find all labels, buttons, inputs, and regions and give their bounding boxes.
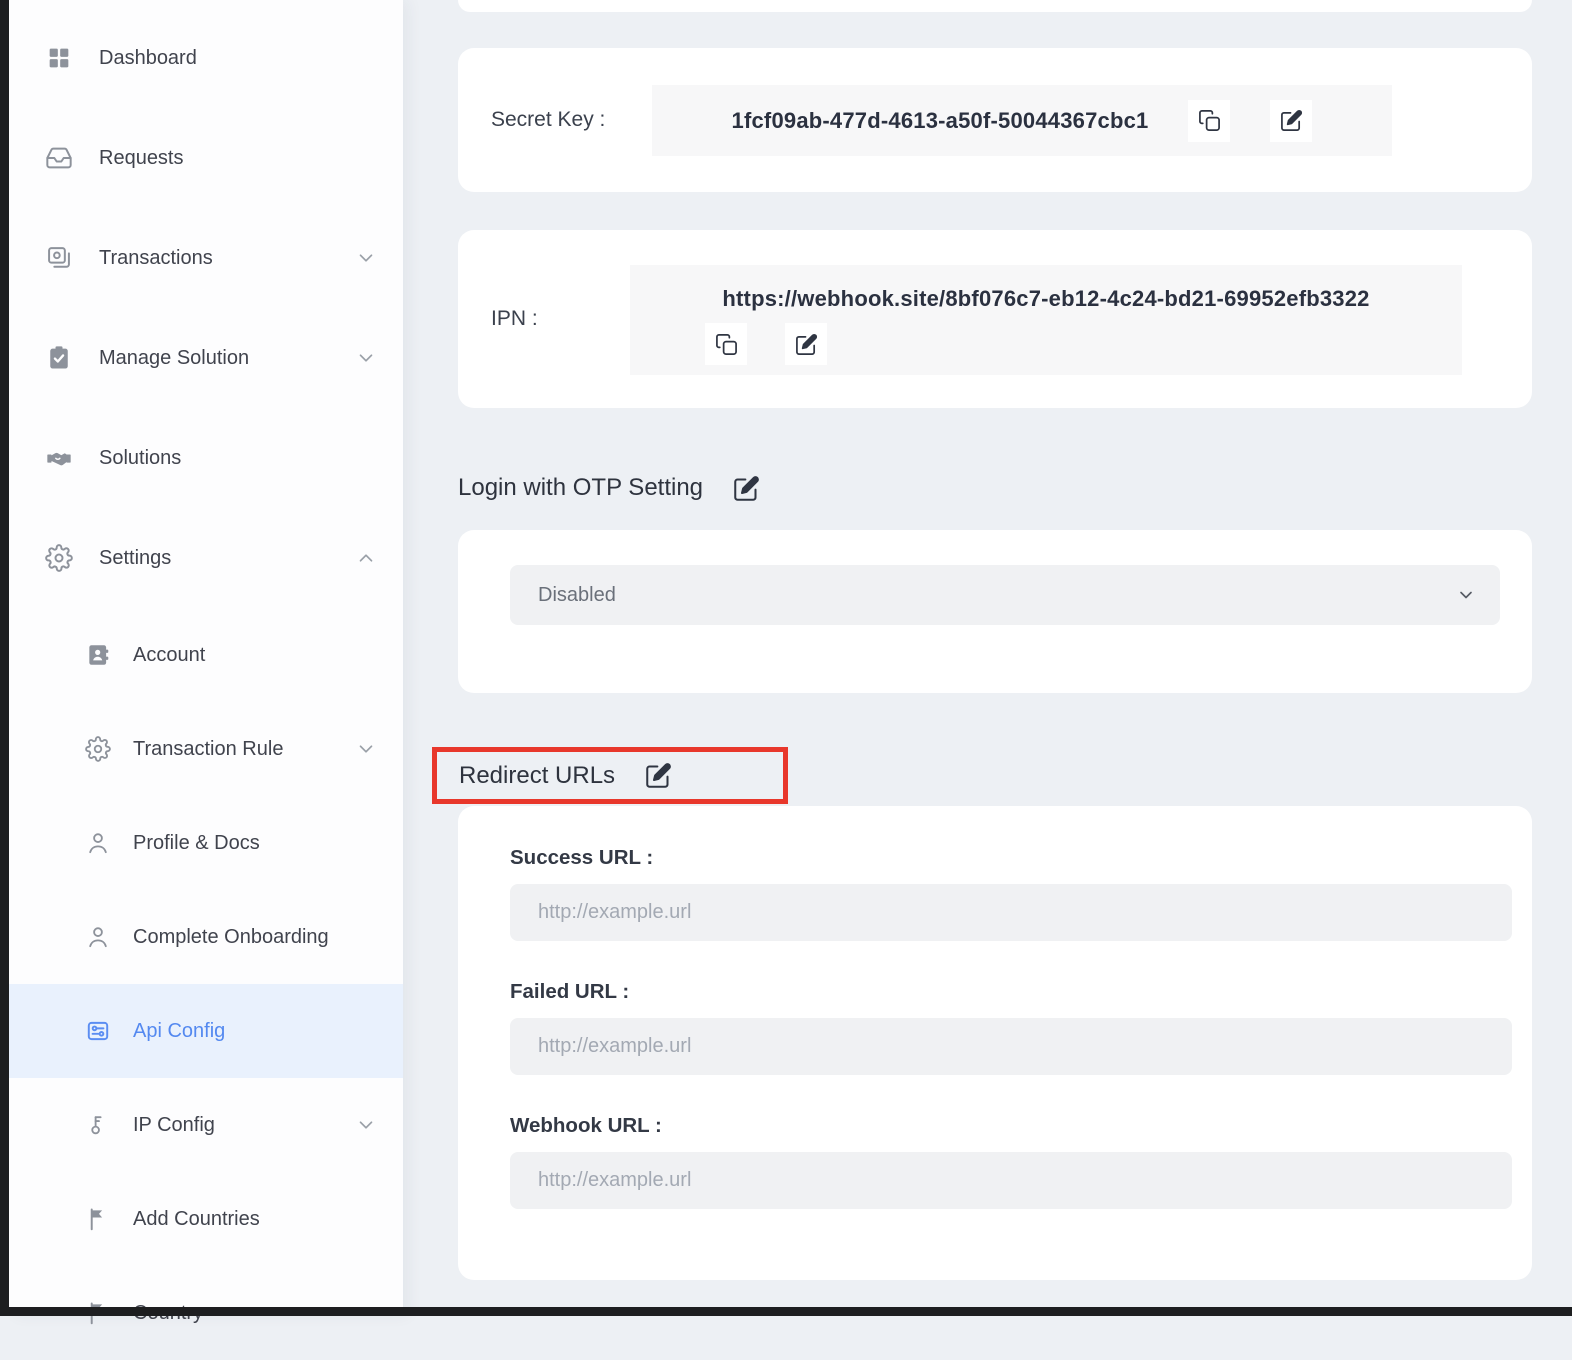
sidebar-item-label: Add Countries — [133, 1208, 260, 1231]
sidebar-item-label: Requests — [99, 147, 184, 170]
sidebar-item-complete-onboarding[interactable]: Complete Onboarding — [9, 890, 403, 984]
api-config-card-icon — [85, 1018, 111, 1044]
contact-book-icon — [85, 642, 111, 668]
card-stack-icon — [45, 244, 73, 272]
previous-card-fragment — [458, 0, 1532, 12]
secret-key-value: 1fcf09ab-477d-4613-a50f-50044367cbc1 — [732, 108, 1149, 134]
dashboard-grid-icon — [45, 44, 73, 72]
otp-section-heading: Login with OTP Setting — [458, 474, 760, 502]
sidebar-item-label: Account — [133, 644, 205, 667]
screen-left-edge — [0, 0, 9, 1316]
clipboard-check-icon — [45, 344, 73, 372]
secret-key-edit-button[interactable] — [1270, 100, 1312, 142]
edit-icon — [795, 333, 818, 356]
key-icon — [85, 1112, 111, 1138]
chevron-down-icon — [1456, 585, 1476, 605]
sidebar-item-ip-config[interactable]: IP Config — [9, 1078, 403, 1172]
sidebar-item-label: Api Config — [133, 1020, 225, 1043]
chevron-up-icon — [355, 547, 377, 569]
edit-icon — [733, 475, 760, 502]
person-icon — [85, 830, 111, 856]
ipn-label: IPN : — [491, 307, 538, 331]
sidebar-item-solutions[interactable]: Solutions — [9, 408, 403, 508]
webhook-url-label: Webhook URL : — [510, 1114, 662, 1138]
success-url-label: Success URL : — [510, 846, 653, 870]
chevron-down-icon — [355, 738, 377, 760]
secret-key-card: Secret Key : 1fcf09ab-477d-4613-a50f-500… — [458, 48, 1532, 192]
redirect-edit-button[interactable] — [645, 762, 672, 789]
redirect-urls-card: Success URL : Failed URL : Webhook URL : — [458, 806, 1532, 1280]
ipn-actions — [705, 323, 1462, 365]
sidebar-nav: Dashboard Requests Transactions Manage S… — [9, 0, 403, 1316]
gear-icon — [85, 736, 111, 762]
sidebar-item-label: Transaction Rule — [133, 738, 283, 761]
ipn-url-value: https://webhook.site/8bf076c7-eb12-4c24-… — [630, 286, 1462, 312]
sidebar-item-label: Transactions — [99, 247, 213, 270]
handshake-icon — [45, 444, 73, 472]
otp-edit-button[interactable] — [733, 475, 760, 502]
flag-icon — [85, 1206, 111, 1232]
edit-icon — [1280, 109, 1303, 132]
sidebar-item-label: IP Config — [133, 1114, 215, 1137]
screen-bottom-edge — [0, 1307, 1572, 1316]
copy-icon — [715, 333, 738, 356]
sidebar-item-account[interactable]: Account — [9, 608, 403, 702]
gear-icon — [45, 544, 73, 572]
sidebar-item-requests[interactable]: Requests — [9, 108, 403, 208]
sidebar-item-label: Complete Onboarding — [133, 926, 329, 949]
redirect-heading-text: Redirect URLs — [459, 762, 615, 790]
ipn-value-box: https://webhook.site/8bf076c7-eb12-4c24-… — [630, 265, 1462, 375]
otp-selected-option: Disabled — [538, 584, 616, 607]
person-icon — [85, 924, 111, 950]
success-url-input[interactable] — [510, 884, 1512, 941]
sidebar-item-transaction-rule[interactable]: Transaction Rule — [9, 702, 403, 796]
chevron-down-icon — [355, 347, 377, 369]
main-content: Secret Key : 1fcf09ab-477d-4613-a50f-500… — [458, 0, 1532, 1316]
chevron-down-icon — [355, 247, 377, 269]
sidebar-item-dashboard[interactable]: Dashboard — [9, 8, 403, 108]
sidebar-item-label: Settings — [99, 547, 171, 570]
failed-url-label: Failed URL : — [510, 980, 629, 1004]
sidebar-item-label: Profile & Docs — [133, 832, 260, 855]
ipn-card: IPN : https://webhook.site/8bf076c7-eb12… — [458, 230, 1532, 408]
sidebar-item-transactions[interactable]: Transactions — [9, 208, 403, 308]
ipn-edit-button[interactable] — [785, 323, 827, 365]
chevron-down-icon — [355, 1114, 377, 1136]
secret-key-copy-button[interactable] — [1188, 100, 1230, 142]
otp-select[interactable]: Disabled — [510, 565, 1500, 625]
otp-card: Disabled — [458, 530, 1532, 693]
copy-icon — [1198, 109, 1221, 132]
otp-heading-text: Login with OTP Setting — [458, 474, 703, 502]
secret-key-label: Secret Key : — [491, 108, 605, 132]
sidebar-item-api-config[interactable]: Api Config — [9, 984, 403, 1078]
secret-key-value-box: 1fcf09ab-477d-4613-a50f-50044367cbc1 — [652, 85, 1392, 156]
sidebar-item-profile-docs[interactable]: Profile & Docs — [9, 796, 403, 890]
failed-url-input[interactable] — [510, 1018, 1512, 1075]
ipn-copy-button[interactable] — [705, 323, 747, 365]
inbox-icon — [45, 144, 73, 172]
sidebar-item-label: Manage Solution — [99, 347, 249, 370]
sidebar-item-settings[interactable]: Settings — [9, 508, 403, 608]
webhook-url-input[interactable] — [510, 1152, 1512, 1209]
sidebar-item-label: Solutions — [99, 447, 181, 470]
redirect-section-heading-highlight: Redirect URLs — [432, 747, 788, 804]
sidebar-item-add-countries[interactable]: Add Countries — [9, 1172, 403, 1266]
sidebar-item-label: Dashboard — [99, 47, 197, 70]
sidebar-item-manage-solution[interactable]: Manage Solution — [9, 308, 403, 408]
edit-icon — [645, 762, 672, 789]
